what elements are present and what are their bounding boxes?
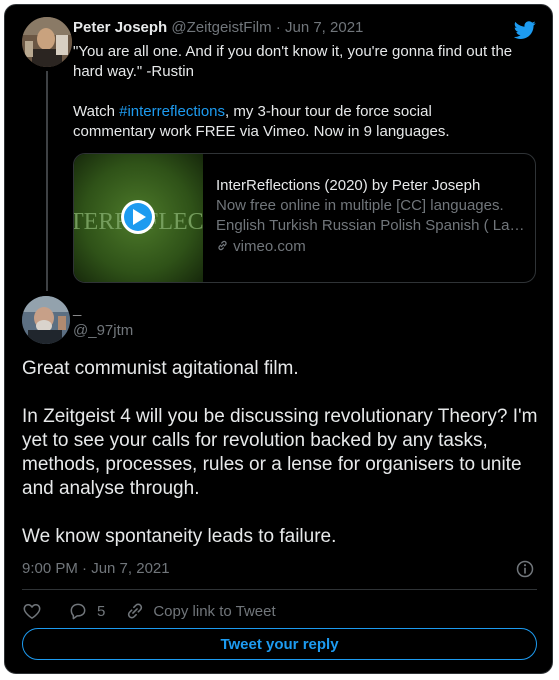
author-name[interactable]: Peter Joseph bbox=[73, 19, 167, 36]
original-tweet-header: Peter Joseph @ZeitgeistFilm · Jun 7, 202… bbox=[73, 18, 363, 38]
info-icon[interactable] bbox=[515, 559, 535, 579]
reply-button[interactable]: 5 bbox=[68, 601, 105, 621]
action-bar: 5 Copy link to Tweet bbox=[22, 598, 276, 624]
link-domain-row: vimeo.com bbox=[216, 237, 526, 257]
reply-count: 5 bbox=[97, 602, 106, 620]
link-domain: vimeo.com bbox=[233, 238, 306, 255]
reply-paragraph: In Zeitgeist 4 will you be discussing re… bbox=[22, 406, 538, 499]
link-card-meta: InterReflections (2020) by Peter Joseph … bbox=[216, 176, 526, 257]
heart-icon bbox=[23, 604, 41, 619]
copy-link-label: Copy link to Tweet bbox=[153, 602, 276, 620]
reply-author-name[interactable]: _ bbox=[73, 301, 81, 319]
hashtag-link[interactable]: #interreflections bbox=[119, 103, 225, 120]
play-icon[interactable] bbox=[121, 200, 155, 234]
avatar-reply-author[interactable] bbox=[22, 296, 70, 344]
quote-line: "You are all one. And if you don't know … bbox=[73, 43, 513, 80]
chain-link-icon bbox=[128, 603, 143, 619]
embedded-tweet-card: Peter Joseph @ZeitgeistFilm · Jun 7, 202… bbox=[4, 4, 553, 674]
link-description-line: Now free online in multiple [CC] languag… bbox=[216, 197, 504, 214]
reply-paragraph: We know spontaneity leads to failure. bbox=[22, 526, 337, 547]
twitter-bird-icon[interactable] bbox=[513, 19, 537, 41]
reply-tweet-text: Great communist agitational film. In Zei… bbox=[22, 357, 542, 549]
tweet-date[interactable]: Jun 7, 2021 bbox=[285, 19, 363, 36]
reply-bubble-icon bbox=[70, 603, 86, 620]
reply-timestamp[interactable]: 9:00 PM · Jun 7, 2021 bbox=[22, 559, 170, 579]
thread-connector-line bbox=[46, 71, 48, 291]
watch-line: Watch #interreflections, my 3-hour tour … bbox=[73, 102, 513, 142]
divider bbox=[22, 589, 537, 590]
link-description-line: English Turkish Russian Polish Spanish (… bbox=[216, 217, 526, 234]
like-button[interactable] bbox=[22, 601, 42, 621]
original-tweet-text: "You are all one. And if you don't know … bbox=[73, 42, 513, 142]
link-icon bbox=[218, 240, 227, 251]
reply-author-handle[interactable]: @_97jtm bbox=[73, 322, 133, 340]
link-preview-card[interactable]: TERREFLECTIO InterReflections (2020) by … bbox=[73, 153, 536, 283]
watch-prefix: Watch bbox=[73, 103, 120, 120]
header-separator: · bbox=[271, 19, 285, 36]
avatar-peter-joseph[interactable] bbox=[22, 17, 72, 67]
video-thumbnail[interactable]: TERREFLECTIO bbox=[73, 153, 203, 283]
reply-paragraph: Great communist agitational film. bbox=[22, 358, 299, 379]
link-title: InterReflections (2020) by Peter Joseph bbox=[216, 177, 481, 194]
author-handle[interactable]: @ZeitgeistFilm bbox=[171, 19, 271, 36]
link-description: Now free online in multiple [CC] languag… bbox=[216, 196, 526, 236]
copy-link-button[interactable]: Copy link to Tweet bbox=[125, 601, 276, 621]
tweet-your-reply-button[interactable]: Tweet your reply bbox=[22, 628, 537, 660]
